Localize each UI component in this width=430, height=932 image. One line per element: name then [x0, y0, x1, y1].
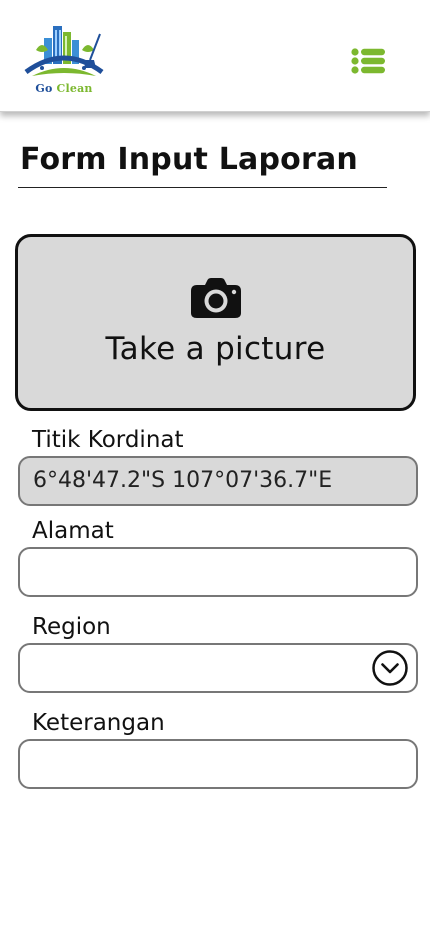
logo-text-go: Go	[35, 82, 53, 95]
logo-graphic	[24, 26, 104, 76]
app-header: Go Clean	[0, 0, 430, 112]
title-divider	[18, 187, 387, 188]
coordinates-field: 6°48'47.2"S 107°07'36.7"E	[18, 456, 418, 506]
address-label: Alamat	[32, 518, 114, 544]
address-input[interactable]	[18, 547, 418, 597]
region-label: Region	[32, 614, 111, 640]
camera-icon	[191, 278, 241, 318]
go-clean-logo: Go Clean	[22, 20, 110, 98]
list-menu-icon	[351, 48, 385, 74]
coordinates-label: Titik Kordinat	[32, 427, 184, 453]
region-select[interactable]	[18, 643, 418, 693]
take-picture-label: Take a picture	[105, 331, 326, 367]
page-title: Form Input Laporan	[20, 142, 358, 177]
take-picture-button[interactable]: Take a picture	[15, 234, 416, 411]
chevron-down-circle-icon[interactable]	[372, 650, 408, 686]
notes-label: Keterangan	[32, 710, 165, 736]
logo-text-clean: Clean	[56, 82, 93, 95]
menu-button[interactable]	[350, 47, 388, 75]
notes-input[interactable]	[18, 739, 418, 789]
coordinates-value: 6°48'47.2"S 107°07'36.7"E	[33, 468, 333, 493]
logo-text: Go Clean	[22, 82, 106, 95]
